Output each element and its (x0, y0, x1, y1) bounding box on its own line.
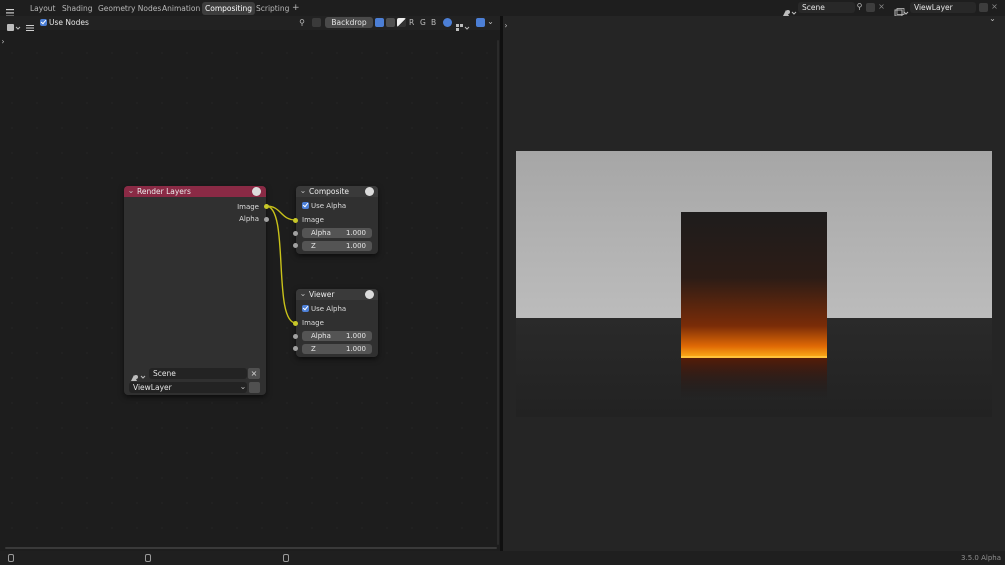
horizontal-scrollbar[interactable] (5, 547, 497, 549)
view-layer-icon[interactable] (894, 3, 910, 17)
alpha-value: 1.000 (345, 229, 366, 237)
viewer-image-input-socket[interactable] (293, 321, 298, 326)
view-layer-dropdown-icon[interactable]: ⌄ (239, 382, 247, 392)
composite-use-alpha-label: Use Alpha (311, 202, 347, 210)
collapse-icon[interactable]: ⌄ (127, 186, 135, 196)
new-view-layer-icon[interactable] (979, 3, 988, 12)
collapse-icon[interactable]: ⌄ (299, 186, 307, 196)
render-result-image (516, 151, 992, 417)
mouse-middle-icon (145, 554, 151, 562)
viewer-use-alpha-label: Use Alpha (311, 305, 347, 313)
z-label: Z (311, 242, 316, 250)
render-icon[interactable] (249, 382, 260, 393)
pin-icon[interactable]: ⚲ (855, 2, 864, 12)
z-value: 1.000 (345, 345, 366, 353)
alpha-label: Alpha (311, 229, 331, 237)
output-image-label: Image (237, 203, 259, 211)
composite-title: Composite (309, 187, 350, 196)
render-layers-header[interactable]: Render Layers (124, 186, 266, 197)
alpha-label: Alpha (311, 332, 331, 340)
scene-icon[interactable] (130, 368, 148, 381)
scene-name-field[interactable]: Scene (798, 2, 855, 13)
render-layers-view-layer-field[interactable]: ViewLayer (129, 382, 247, 393)
z-value: 1.000 (345, 242, 366, 250)
viewer-alpha-input-socket[interactable] (293, 334, 298, 339)
viewer-z-input-socket[interactable] (293, 346, 298, 351)
new-scene-icon[interactable] (866, 3, 875, 12)
viewer-image-label: Image (302, 319, 324, 327)
scene-type-icon[interactable] (782, 3, 798, 16)
close-view-layer-icon[interactable]: × (990, 2, 999, 12)
vertical-scrollbar[interactable] (497, 40, 499, 545)
composite-image-input-socket[interactable] (293, 218, 298, 223)
view-layer-name-field[interactable]: ViewLayer (910, 2, 976, 13)
close-scene-icon[interactable]: × (877, 2, 886, 12)
mouse-left-icon (8, 554, 14, 562)
composite-preview-icon[interactable] (365, 187, 374, 196)
composite-alpha-input-socket[interactable] (293, 231, 298, 236)
header-collapse-icon[interactable]: ⌄ (988, 14, 997, 24)
render-layers-title: Render Layers (137, 187, 191, 196)
composite-alpha-field[interactable]: Alpha 1.000 (302, 228, 372, 238)
composite-image-label: Image (302, 216, 324, 224)
viewer-alpha-field[interactable]: Alpha 1.000 (302, 331, 372, 341)
composite-z-field[interactable]: Z 1.000 (302, 241, 372, 251)
viewer-use-alpha-checkbox[interactable] (302, 305, 309, 312)
alpha-output-socket[interactable] (264, 217, 269, 222)
status-bar: 3.5.0 Alpha (0, 551, 1005, 565)
render-layers-node[interactable]: Render Layers ⌄ Image Alpha Scene × View… (124, 186, 266, 395)
image-editor[interactable]: › ⌄ (503, 14, 1005, 551)
mouse-right-icon (283, 554, 289, 562)
composite-node[interactable]: Composite ⌄ Use Alpha Image Alpha 1.000 … (296, 186, 378, 254)
render-layers-preview-icon[interactable] (252, 187, 261, 196)
render-layers-scene-field[interactable]: Scene (149, 368, 247, 379)
version-label: 3.5.0 Alpha (961, 554, 1001, 562)
alpha-value: 1.000 (345, 332, 366, 340)
viewer-preview-icon[interactable] (365, 290, 374, 299)
viewer-z-field[interactable]: Z 1.000 (302, 344, 372, 354)
z-label: Z (311, 345, 316, 353)
image-output-socket[interactable] (264, 204, 269, 209)
viewer-node[interactable]: Viewer ⌄ Use Alpha Image Alpha 1.000 Z 1… (296, 289, 378, 357)
viewer-title: Viewer (309, 290, 335, 299)
toolbar-toggle-icon[interactable]: › (503, 21, 509, 31)
collapse-icon[interactable]: ⌄ (299, 289, 307, 299)
output-alpha-label: Alpha (239, 215, 259, 223)
composite-z-input-socket[interactable] (293, 243, 298, 248)
composite-use-alpha-checkbox[interactable] (302, 202, 309, 209)
clear-scene-icon[interactable]: × (248, 368, 260, 379)
